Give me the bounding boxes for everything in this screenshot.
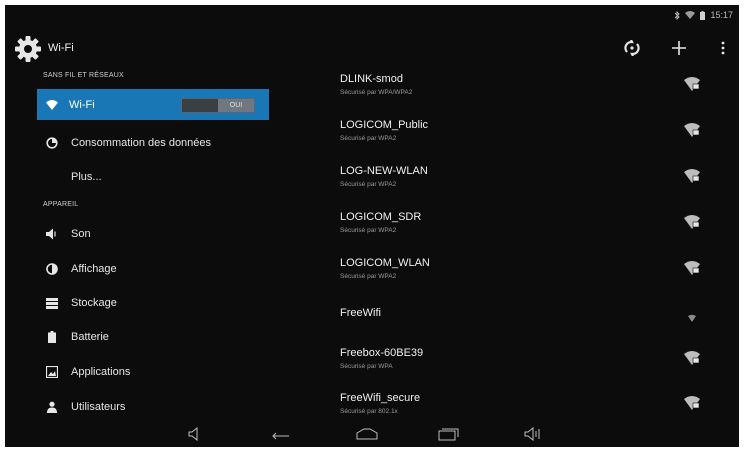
wifi-locked-signal-icon <box>684 351 700 365</box>
network-ssid: LOG-NEW-WLAN <box>340 165 428 177</box>
page-title: Wi-Fi <box>48 42 74 54</box>
wifi-status-icon <box>685 11 696 19</box>
wifi-network-item[interactable]: DLINK-smod Sécurisé par WPA/WPA2 <box>340 73 730 113</box>
wifi-open-signal-icon <box>688 314 696 322</box>
wps-button[interactable] <box>621 37 643 59</box>
add-network-button[interactable] <box>668 37 690 59</box>
recent-apps-icon <box>438 428 459 441</box>
sidebar-item-sound[interactable]: Son <box>37 218 269 250</box>
volume-down-icon <box>188 427 198 441</box>
network-security: Sécurisé par WPA2 <box>340 135 397 142</box>
sidebar-item-data-usage[interactable]: Consommation des données <box>37 127 269 159</box>
sidebar-item-battery[interactable]: Batterie <box>37 321 269 353</box>
action-bar: Wi-Fi <box>5 25 739 71</box>
network-ssid: Freebox-60BE39 <box>340 347 424 359</box>
sidebar-item-label: Wi-Fi <box>69 98 95 111</box>
wifi-locked-signal-icon <box>684 169 700 183</box>
brightness-icon <box>45 262 59 276</box>
network-security: Sécurisé par WPA2 <box>340 181 397 188</box>
sidebar-item-label: Plus... <box>71 171 102 183</box>
battery-status-icon <box>700 10 706 20</box>
wifi-locked-signal-icon <box>684 77 700 91</box>
wifi-network-item[interactable]: LOGICOM_Public Sécurisé par WPA2 <box>340 119 730 159</box>
status-time: 15:17 <box>710 10 733 20</box>
wifi-locked-signal-icon <box>684 261 700 275</box>
wifi-locked-signal-icon <box>684 215 700 229</box>
wps-icon <box>624 40 640 56</box>
sidebar-item-label: Applications <box>71 366 131 378</box>
wifi-icon <box>45 98 59 112</box>
network-security: Sécurisé par WPA2 <box>340 227 397 234</box>
overflow-menu-icon <box>721 41 725 55</box>
wifi-network-item[interactable]: LOGICOM_WLAN Sécurisé par WPA2 <box>340 257 730 297</box>
back-icon <box>272 432 289 440</box>
overflow-menu-button[interactable] <box>712 37 734 59</box>
network-ssid: LOGICOM_SDR <box>340 211 422 223</box>
volume-up-button[interactable] <box>522 425 544 443</box>
sidebar-item-storage[interactable]: Stockage <box>37 287 269 319</box>
sidebar-item-label: Son <box>71 228 91 240</box>
network-ssid: FreeWifi_secure <box>340 392 421 404</box>
sidebar-item-label: Consommation des données <box>71 137 212 149</box>
sidebar-item-users[interactable]: Utilisateurs <box>37 391 269 423</box>
home-icon <box>356 428 378 440</box>
volume-up-icon <box>524 427 540 441</box>
user-icon <box>45 400 59 414</box>
speaker-icon <box>45 227 59 241</box>
wifi-network-item[interactable]: Freebox-60BE39 Sécurisé par WPA <box>340 347 730 387</box>
sidebar-item-label: Affichage <box>71 263 117 275</box>
section-header-wireless: SANS FIL ET RÉSEAUX <box>43 72 124 79</box>
home-button[interactable] <box>356 425 378 443</box>
android-screen: 15:17 Wi-Fi SANS FIL ET RÉSEAUX Wi-Fi OU… <box>5 5 739 447</box>
apps-icon <box>45 365 59 379</box>
storage-icon <box>45 296 59 310</box>
network-security: Sécurisé par WPA <box>340 363 393 370</box>
network-security: Sécurisé par WPA2 <box>340 273 397 280</box>
network-ssid: DLINK-smod <box>340 73 403 85</box>
network-ssid: LOGICOM_Public <box>340 119 429 131</box>
sidebar-item-wifi[interactable]: Wi-Fi OUI <box>37 89 269 120</box>
sidebar-item-label: Batterie <box>71 331 109 343</box>
network-security: Sécurisé par 802.1x <box>340 408 398 415</box>
wifi-locked-signal-icon <box>684 396 700 410</box>
status-bar: 15:17 <box>674 8 733 22</box>
recent-apps-button[interactable] <box>438 425 460 443</box>
bluetooth-icon <box>675 10 681 20</box>
wifi-network-item[interactable]: LOG-NEW-WLAN Sécurisé par WPA2 <box>340 165 730 205</box>
sidebar-item-more[interactable]: Plus... <box>37 161 269 193</box>
navigation-bar <box>5 423 739 447</box>
wifi-toggle[interactable]: OUI <box>181 98 255 113</box>
plus-icon <box>672 41 686 55</box>
back-button[interactable] <box>269 425 291 443</box>
network-ssid: FreeWifi <box>340 307 381 319</box>
sidebar-item-label: Utilisateurs <box>71 401 126 413</box>
wifi-toggle-state: OUI <box>218 99 254 112</box>
network-ssid: LOGICOM_WLAN <box>340 257 430 269</box>
sidebar-item-label: Stockage <box>71 297 117 309</box>
sidebar-item-display[interactable]: Affichage <box>37 253 269 285</box>
network-security: Sécurisé par WPA/WPA2 <box>340 89 413 96</box>
wifi-network-item[interactable]: LOGICOM_SDR Sécurisé par WPA2 <box>340 211 730 251</box>
sidebar-item-apps[interactable]: Applications <box>37 356 269 388</box>
data-usage-icon <box>45 136 59 150</box>
battery-icon <box>45 330 59 344</box>
wifi-locked-signal-icon <box>684 123 700 137</box>
wifi-network-item[interactable]: FreeWifi <box>340 307 730 347</box>
empty-icon-slot <box>45 170 59 184</box>
gear-icon[interactable] <box>13 34 43 64</box>
volume-down-button[interactable] <box>185 425 207 443</box>
section-header-device: APPAREIL <box>43 201 79 208</box>
